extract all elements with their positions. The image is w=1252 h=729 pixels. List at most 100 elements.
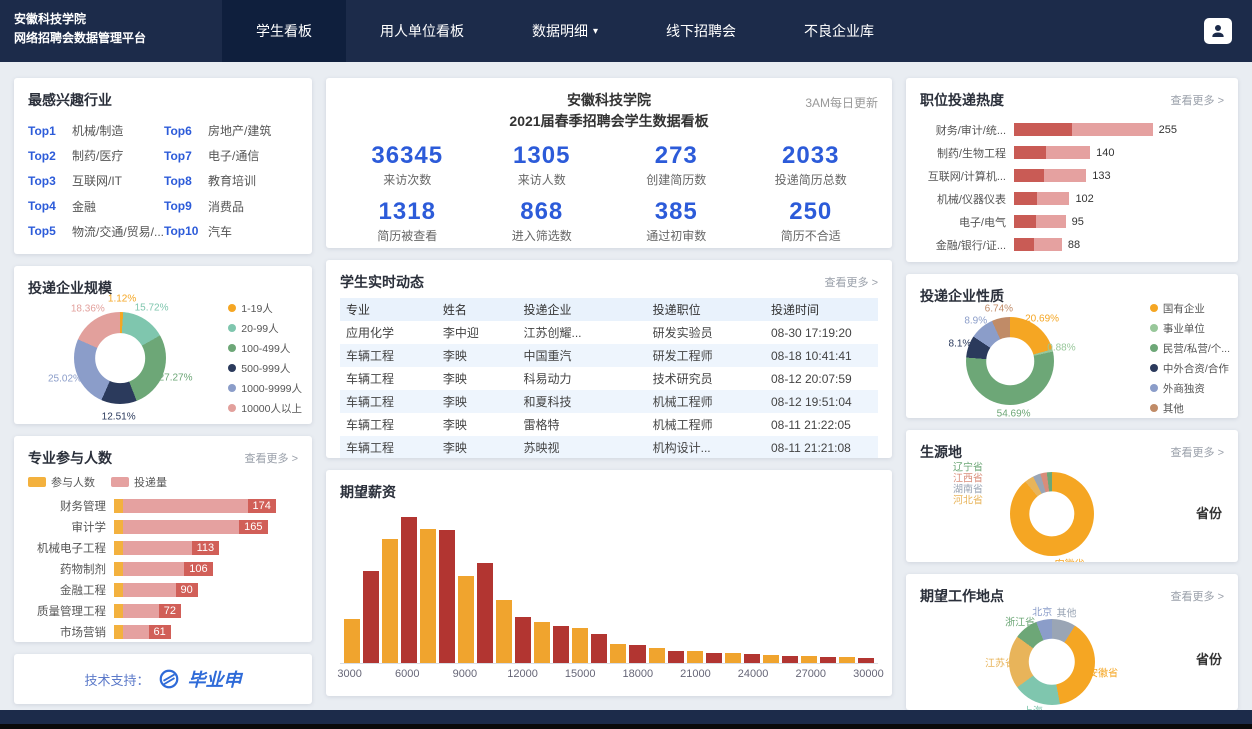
bar-category-label: 金融/银行/证...: [920, 237, 1014, 253]
legend-item[interactable]: 国有企业: [1150, 301, 1230, 316]
realtime-more-link[interactable]: 查看更多 >: [825, 274, 878, 290]
bar-value: 113: [192, 541, 220, 555]
legend-item[interactable]: 事业单位: [1150, 321, 1230, 336]
nav-item[interactable]: 学生看板: [222, 0, 346, 62]
table-cell: 李中迎: [437, 321, 518, 344]
stat-label: 投递简历总数: [744, 171, 879, 188]
legend-item-participants[interactable]: 参与人数: [28, 474, 95, 490]
table-cell: 和夏科技: [518, 390, 647, 413]
legend-item[interactable]: 100-499人: [228, 341, 302, 356]
legend-dot-icon: [1150, 324, 1158, 332]
industry-item: Top7电子/通信: [164, 143, 298, 168]
work-location-more-link[interactable]: 查看更多 >: [1171, 588, 1224, 604]
table-row: 车辆工程李映雷格特机械工程师08-11 21:22:05: [340, 413, 878, 436]
bar-segment-participants: [114, 541, 123, 555]
table-cell: 车辆工程: [340, 436, 437, 458]
legend-label: 100-499人: [241, 341, 290, 356]
legend-item[interactable]: 外商独资: [1150, 381, 1230, 396]
axis-tick-label: 27000: [795, 668, 826, 680]
bar-row: 制药/生物工程140: [920, 141, 1224, 164]
overview-card: 安徽科技学院 2021届春季招聘会学生数据看板 3AM每日更新 36345来访次…: [326, 78, 892, 248]
legend-swatch-icon: [111, 477, 129, 487]
interest-industries-list: Top1机械/制造Top2制药/医疗Top3互联网/ITTop4金融Top5物流…: [28, 118, 298, 244]
nav-item[interactable]: 用人单位看板: [346, 0, 498, 62]
job-heat-more-link[interactable]: 查看更多 >: [1171, 92, 1224, 108]
table-cell: 雷格特: [518, 413, 647, 436]
legend-item[interactable]: 民营/私营/个...: [1150, 341, 1230, 356]
nav-item[interactable]: 不良企业库: [770, 0, 908, 62]
bar-segment-submissions: [123, 499, 248, 513]
legend-dot-icon: [1150, 344, 1158, 352]
bar-row: 电子/电气95: [920, 210, 1224, 233]
bar-category-label: 金融工程: [28, 582, 114, 598]
donut-hole: [986, 337, 1034, 385]
bar-track: 88: [1014, 238, 1224, 251]
table-cell: 车辆工程: [340, 413, 437, 436]
salary-x-axis: 3000600090001200015000180002100024000270…: [340, 668, 878, 684]
left-column: 最感兴趣行业 Top1机械/制造Top2制药/医疗Top3互联网/ITTop4金…: [14, 78, 312, 710]
stat-value: 250: [744, 198, 879, 226]
majors-more-link[interactable]: 查看更多 >: [245, 450, 298, 466]
legend-item[interactable]: 中外合资/合作: [1150, 361, 1230, 376]
industry-rank: Top9: [164, 199, 200, 213]
table-cell: 李映: [437, 413, 518, 436]
bar-track: 133: [1014, 169, 1224, 182]
bar-track: 102: [1014, 192, 1224, 205]
brand: 安徽科技学院 网络招聘会数据管理平台: [0, 0, 222, 62]
legend-item[interactable]: 20-99人: [228, 321, 302, 336]
stat-label: 来访人数: [475, 171, 610, 188]
table-cell: 李映: [437, 344, 518, 367]
work-location-card: 期望工作地点 查看更多 > 其他安徽省上海江苏省浙江省北京 省份: [906, 574, 1238, 710]
bar-category-label: 审计学: [28, 519, 114, 535]
nav-item[interactable]: 线下招聘会: [632, 0, 770, 62]
user-button[interactable]: [1204, 18, 1232, 44]
industry-rank: Top4: [28, 199, 64, 213]
table-cell: 08-12 20:07:59: [765, 367, 878, 390]
origin-more-link[interactable]: 查看更多 >: [1171, 444, 1224, 460]
donut-hole: [1029, 639, 1075, 685]
legend-item[interactable]: 1000-9999人: [228, 381, 302, 396]
overview-title-line1: 安徽科技学院: [340, 90, 878, 111]
table-cell: 江苏创耀...: [518, 321, 647, 344]
donut-hole: [95, 333, 145, 383]
bar-segment-dark: [1014, 146, 1046, 159]
nav-item[interactable]: 数据明细▾: [498, 0, 632, 62]
axis-tick-label: 3000: [337, 668, 361, 680]
legend-item[interactable]: 1-19人: [228, 301, 302, 316]
bar: [1014, 169, 1086, 182]
majors-bar-chart: 财务管理174审计学165机械电子工程113药物制剂106金融工程90质量管理工…: [28, 495, 298, 642]
legend-label: 民营/私营/个...: [1163, 341, 1230, 356]
histogram-bar: [344, 619, 360, 663]
legend-item[interactable]: 其他: [1150, 401, 1230, 416]
histogram-bar: [477, 563, 493, 663]
bar-segment-light: [1034, 238, 1062, 251]
histogram-bar: [420, 529, 436, 663]
industry-label: 汽车: [208, 223, 232, 240]
stat-label: 通过初审数: [609, 227, 744, 244]
donut-ring: [1010, 472, 1094, 556]
stat-block: 36345来访次数: [340, 142, 475, 188]
legend-item-submissions[interactable]: 投递量: [111, 474, 167, 490]
bar-row: 市场营销61: [28, 621, 298, 642]
bar-segment-participants: [114, 520, 123, 534]
histogram-bar: [572, 628, 588, 663]
nav-item-label: 不良企业库: [804, 21, 874, 41]
chevron-down-icon: ▾: [593, 26, 598, 37]
donut-slice-label: 其他: [1057, 605, 1077, 620]
stat-label: 创建简历数: [609, 171, 744, 188]
bar: [1014, 146, 1090, 159]
bar-segment-light: [1036, 215, 1066, 228]
stat-label: 简历不合适: [744, 227, 879, 244]
legend-item[interactable]: 500-999人: [228, 361, 302, 376]
stat-block: 385通过初审数: [609, 198, 744, 244]
bar-track: 72: [114, 604, 298, 618]
table-cell: 车辆工程: [340, 390, 437, 413]
legend-dot-icon: [228, 384, 236, 392]
stat-label: 来访次数: [340, 171, 475, 188]
legend-item[interactable]: 10000人以上: [228, 401, 302, 416]
histogram-bar: [744, 654, 760, 663]
axis-tick-label: 24000: [738, 668, 769, 680]
donut-slice-label: 6.74%: [985, 304, 1013, 315]
legend-label: 20-99人: [241, 321, 278, 336]
table-cell: 08-12 19:51:04: [765, 390, 878, 413]
